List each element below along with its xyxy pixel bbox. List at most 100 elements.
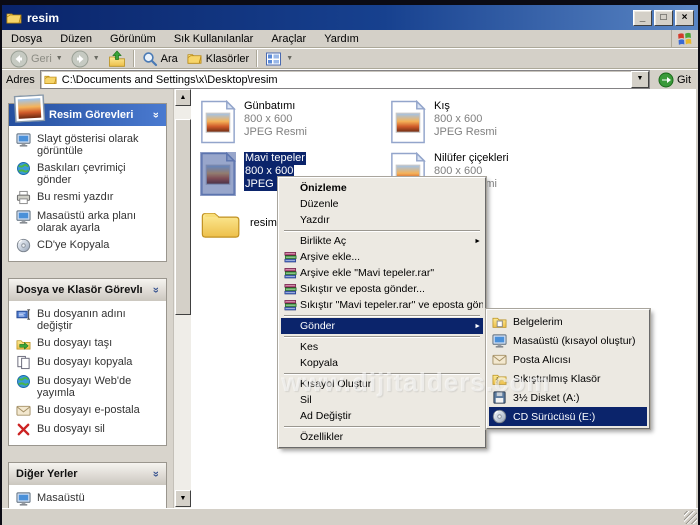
folders-button[interactable]: Klasörler [182,49,253,69]
resize-grip[interactable] [684,511,697,524]
menu-arsive-ekle[interactable]: Arşive ekle... [281,249,483,265]
wallpaper-monitor-icon [16,209,31,224]
delete-x-icon [16,422,31,437]
task-set-wallpaper[interactable]: Masaüstü arka planı olarak ayarla [16,210,162,234]
task-print-picture[interactable]: Bu resmi yazdır [16,191,162,205]
views-button[interactable]: ▼ [261,49,297,69]
task-rename-file[interactable]: Bu dosyanın adını değiştir [16,308,162,332]
menu-sikistir-eposta[interactable]: Sıkıştır ve eposta gönder... [281,281,483,297]
copy-pages-icon [16,355,31,370]
views-icon [265,51,282,67]
views-dropdown-icon[interactable]: ▼ [286,55,293,62]
up-button[interactable] [104,49,130,69]
task-slideshow[interactable]: Slayt gösterisi olarak görüntüle [16,133,162,157]
menu-birlikte-ac[interactable]: Birlikte Aç ► [281,233,483,249]
task-move-file[interactable]: Bu dosyayı taşı [16,337,162,351]
menu-ad-degistir[interactable]: Ad Değiştir [281,408,483,424]
menu-ozellikler[interactable]: Özellikler [281,429,483,445]
menu-gonder[interactable]: Gönder ► [281,318,483,334]
watermark-text: www.dijitalders.com [281,367,551,397]
sidebar-scrollbar[interactable]: ▲ ▼ [173,89,191,508]
picture-tasks-panel: Resim Görevleri « Slayt gösterisi olarak… [8,103,167,262]
task-copy-file[interactable]: Bu dosyayı kopyala [16,356,162,370]
file-gunbatimi[interactable]: Günbatımı 800 x 600 JPEG Resmi [200,100,307,144]
menu-separator [284,426,480,427]
image-file-icon [200,152,236,196]
minimize-button[interactable]: _ [633,9,652,26]
panel-header-file-tasks[interactable]: Dosya ve Klasör Görevlı « [9,279,166,301]
back-button[interactable]: Geri ▼ [6,49,67,69]
forward-button[interactable]: ▼ [67,49,104,69]
panel-header-other-places[interactable]: Diğer Yerler « [9,463,166,485]
menu-separator [284,230,480,231]
sendto-belgelerim[interactable]: Belgelerim [489,312,647,331]
winrar-books-icon [284,283,297,296]
cd-icon [16,238,31,253]
menu-dosya[interactable]: Dosya [2,31,51,47]
folder-resim[interactable]: resim [200,207,277,239]
toolbar: Geri ▼ ▼ Ara Klasörler ▼ [2,48,698,69]
menu-sikistir-rar-eposta[interactable]: Sıkıştır "Mavi tepeler.rar" ve eposta gö… [281,297,483,313]
task-copy-to-cd[interactable]: CD'ye Kopyala [16,239,162,253]
desktop-icon [16,491,31,506]
folders-icon [186,51,203,66]
address-path: C:\Documents and Settings\x\Desktop\resi… [61,73,278,86]
window-folder-icon [6,10,22,26]
email-envelope-icon [16,403,31,418]
collapse-chevron-icon[interactable]: « [150,471,162,477]
status-bar [2,508,698,525]
menu-arsive-ekle-rar[interactable]: Arşive ekle "Mavi tepeler.rar" [281,265,483,281]
menu-kes[interactable]: Kes [281,339,483,355]
menu-duzenle[interactable]: Düzenle [281,196,483,212]
image-file-icon [200,100,236,144]
address-dropdown-button[interactable]: ▼ [630,71,649,88]
task-publish-web[interactable]: Bu dosyayı Web'de yayımla [16,375,162,399]
search-button[interactable]: Ara [138,49,182,69]
go-button[interactable]: Git [655,72,694,88]
sendto-masaustu-kisayol[interactable]: Masaüstü (kısayol oluştur) [489,331,647,350]
up-folder-icon [108,50,126,68]
slideshow-monitor-icon [16,132,31,147]
menu-bar: Dosya Düzen Görünüm Sık Kullanılanlar Ar… [2,30,698,48]
image-file-icon [390,100,426,144]
address-folder-icon [43,73,58,86]
task-delete-file[interactable]: Bu dosyayı sil [16,423,162,437]
scroll-up-button[interactable]: ▲ [175,89,191,106]
menu-separator [284,315,480,316]
printer-icon [16,190,31,205]
sendto-cd-surucusu-e[interactable]: CD Sürücüsü (E:) [489,407,647,426]
close-button[interactable]: × [675,9,694,26]
menu-sik-kullanilanlar[interactable]: Sık Kullanılanlar [165,31,263,47]
scrollbar-thumb[interactable] [175,119,191,315]
windows-logo-icon [671,30,698,47]
maximize-button[interactable]: □ [654,9,673,26]
task-order-prints[interactable]: Baskıları çevrimiçi gönder [16,162,162,186]
back-dropdown-icon[interactable]: ▼ [56,55,63,62]
menu-yazdir[interactable]: Yazdır [281,212,483,228]
go-arrow-icon [658,72,674,88]
task-email-file[interactable]: Bu dosyayı e-postala [16,404,162,418]
collapse-chevron-icon[interactable]: « [150,287,162,293]
online-prints-globe-icon [16,161,31,176]
cd-drive-icon [492,409,507,424]
rename-icon [16,307,31,322]
collapse-chevron-icon[interactable]: « [150,112,162,118]
forward-arrow-icon [71,50,89,68]
address-input[interactable]: C:\Documents and Settings\x\Desktop\resi… [39,70,650,89]
menu-gorunum[interactable]: Görünüm [101,31,165,47]
picture-tasks-photo-icon [13,94,45,123]
menu-yardim[interactable]: Yardım [315,31,368,47]
menu-separator [284,336,480,337]
scroll-down-button[interactable]: ▼ [175,490,191,507]
menu-onizleme[interactable]: Önizleme [281,180,483,196]
winrar-books-icon [284,251,297,264]
place-desktop[interactable]: Masaüstü [16,492,162,506]
file-kis[interactable]: Kış 800 x 600 JPEG Resmi [390,100,497,144]
menu-araclar[interactable]: Araçlar [262,31,315,47]
file-folder-tasks-panel: Dosya ve Klasör Görevlı « Bu dosyanın ad… [8,278,167,446]
context-menu: Önizleme Düzenle Yazdır Birlikte Aç ► Arş… [277,176,487,449]
menu-duzen[interactable]: Düzen [51,31,101,47]
task-pane-sidebar: Resim Görevleri « Slayt gösterisi olarak… [2,89,173,508]
search-icon [142,51,158,67]
forward-dropdown-icon[interactable]: ▼ [93,55,100,62]
